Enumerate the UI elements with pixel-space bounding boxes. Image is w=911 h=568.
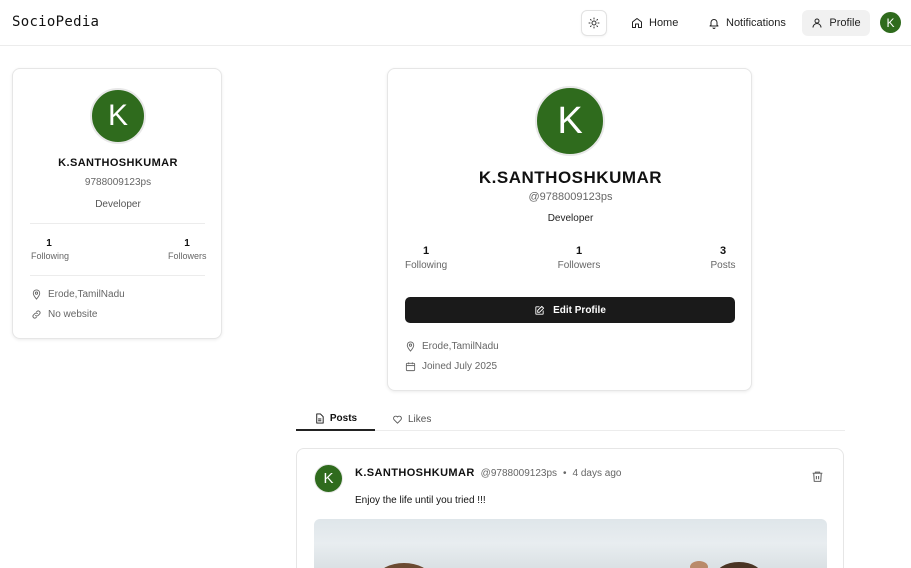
divider [30,223,205,224]
sidebar-handle: 9788009123ps [84,177,152,188]
sidebar-website-text: No website [48,309,98,320]
profile-following-label: Following [405,260,448,271]
profile-avatar: K [535,86,605,156]
bell-icon [709,19,719,29]
post-header: K.SANTHOSHKUMAR @9788009123ps • 4 days a… [355,467,621,479]
profile-following-stat[interactable]: 1 Following [405,245,447,271]
tab-posts[interactable]: Posts [296,407,375,431]
top-navbar: SocioPedia Home Notifications Profile K [0,0,911,46]
profile-location-text: Erode,TamilNadu [422,341,499,352]
link-icon [32,310,41,319]
profile-card: K K.SANTHOSHKUMAR @9788009123ps Develope… [387,68,752,391]
tab-likes-label: Likes [408,413,432,425]
sidebar-following-stat: 1 Following [31,238,70,261]
post-photo-graphic [384,561,759,568]
calendar-icon [405,362,416,372]
sidebar-followers-count: 1 [184,238,190,249]
sidebar-bio: Developer [95,199,141,210]
theme-toggle-button[interactable] [581,10,607,36]
profile-followers-stat[interactable]: 1 Followers [557,245,601,271]
profile-location: Erode,TamilNadu [405,341,499,352]
sidebar-location: Erode,TamilNadu [31,289,125,300]
heart-icon [393,415,402,424]
profile-followers-label: Followers [557,260,601,271]
divider [30,275,205,276]
profile-following-count: 1 [422,245,430,257]
profile-joined-text: Joined July 2025 [422,361,498,372]
post-author-name[interactable]: K.SANTHOSHKUMAR [355,467,475,479]
sidebar-following-count: 1 [46,238,52,249]
sidebar-followers-stat: 1 Followers [168,238,207,261]
home-icon [632,18,642,28]
profile-followers-count: 1 [575,245,583,257]
profile-name: K.SANTHOSHKUMAR [478,168,663,187]
post-author-handle: @9788009123ps [480,467,557,479]
nav-home-link[interactable]: Home [619,10,690,36]
sidebar-following-label: Following [31,251,70,261]
edit-profile-button[interactable]: Edit Profile [405,297,735,323]
sidebar-avatar[interactable]: K [90,88,146,144]
profile-posts-label: Posts [710,260,736,271]
sidebar-followers-label: Followers [168,251,207,261]
sidebar-profile-card: K K.SANTHOSHKUMAR 9788009123ps Developer… [12,68,222,339]
post-author-avatar[interactable]: K [314,464,343,493]
post-content: Enjoy the life until you tried !!! [355,495,486,506]
sun-icon [588,17,600,29]
sidebar-location-text: Erode,TamilNadu [48,289,125,300]
profile-bio: Developer [547,213,594,224]
profile-joined: Joined July 2025 [405,361,497,372]
post-card: K K.SANTHOSHKUMAR @9788009123ps • 4 days… [296,448,844,568]
profile-tabs: Posts Likes [296,407,845,431]
edit-profile-label: Edit Profile [553,304,606,316]
map-pin-icon [406,341,415,352]
separator-dot: • [563,467,567,479]
user-avatar[interactable]: K [880,12,901,33]
nav-notifications-link[interactable]: Notifications [696,10,798,36]
profile-posts-stat: 3 Posts [709,245,737,271]
profile-handle: @9788009123ps [528,191,613,203]
post-image[interactable] [314,519,827,568]
sidebar-website: No website [31,309,97,320]
user-icon [812,18,822,28]
nav-profile-link[interactable]: Profile [802,10,870,36]
sidebar-name[interactable]: K.SANTHOSHKUMAR [13,157,223,169]
post-timestamp: 4 days ago [572,467,622,479]
nav-home-label: Home [649,17,679,29]
edit-icon [535,305,545,315]
tab-likes[interactable]: Likes [392,407,431,431]
map-pin-icon [32,289,41,300]
nav-notifications-label: Notifications [726,17,786,29]
brand-logo[interactable]: SocioPedia [12,14,99,30]
tab-posts-label: Posts [329,412,358,424]
trash-icon[interactable] [811,470,824,483]
profile-posts-count: 3 [719,245,727,257]
nav-profile-label: Profile [829,17,861,29]
file-text-icon [316,412,324,424]
